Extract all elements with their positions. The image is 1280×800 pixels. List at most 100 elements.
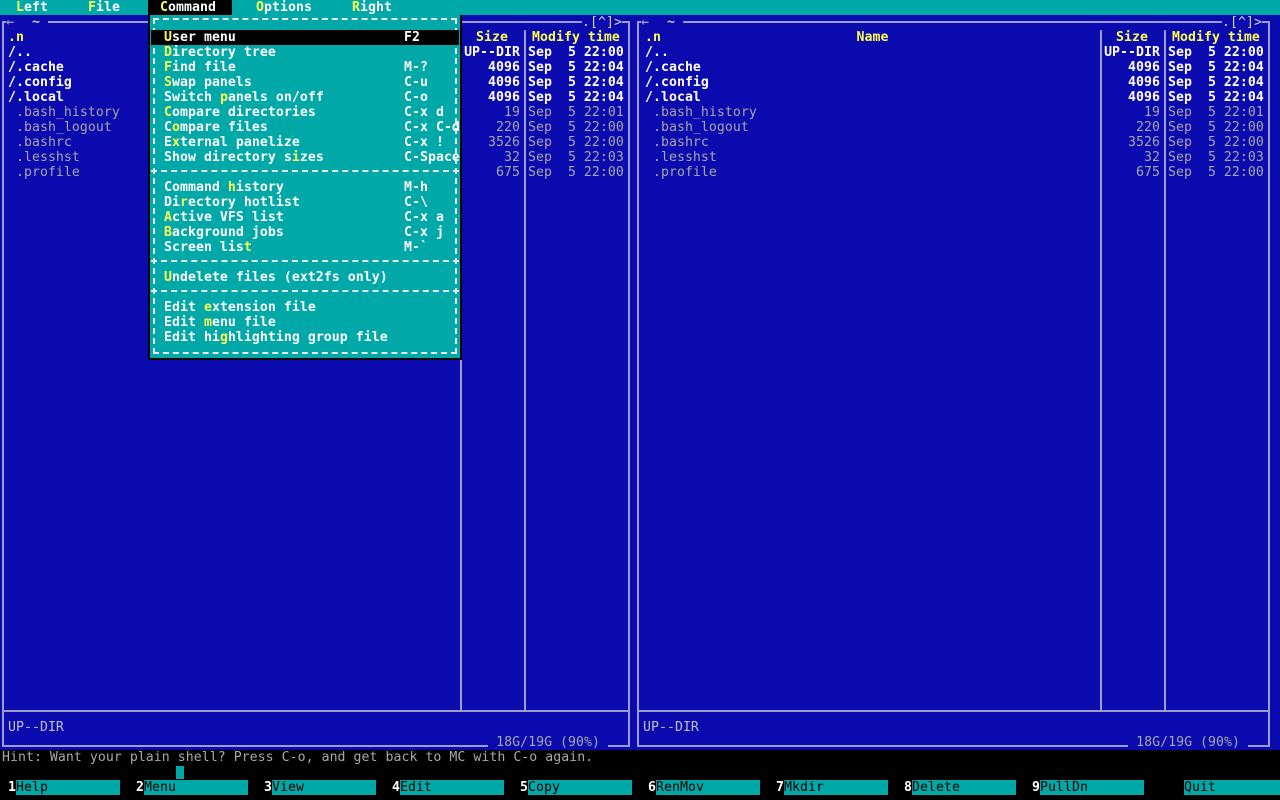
column-header-mtime[interactable]: Modify time: [1172, 30, 1260, 45]
fkey-number: 1: [8, 780, 16, 795]
file-mtime: Sep 5 22:00: [1168, 165, 1264, 180]
file-row[interactable]: .lesshst 32 Sep 5 22:03: [639, 150, 1268, 165]
menu-shortcut: C-Space: [404, 150, 460, 165]
menu-item-switch-panels-on-off[interactable]: Switch panels on/off C-o: [164, 90, 454, 105]
file-size: UP--DIR: [1104, 45, 1160, 60]
file-size: 4096: [1128, 90, 1160, 105]
fkey-label: Menu: [144, 780, 248, 795]
menu-shortcut: M-`: [404, 240, 428, 255]
menu-item-compare-files[interactable]: Compare files C-x C-d: [164, 120, 460, 135]
file-name: .bash_logout: [645, 120, 749, 135]
label-text: ackground jobs: [172, 225, 284, 240]
file-mtime: Sep 5 22:00: [1168, 45, 1264, 60]
menu-item-swap-panels[interactable]: Swap panels C-u: [164, 75, 454, 90]
fkey-label: Delete: [912, 780, 1016, 795]
disk-usage: 18G/19G (90%): [1128, 735, 1248, 750]
fkey-1-help[interactable]: 1 Help: [0, 780, 128, 795]
file-size: 4096: [1128, 75, 1160, 90]
fkey-label: PullDn: [1040, 780, 1144, 795]
file-mtime: Sep 5 22:04: [528, 60, 624, 75]
fkey-number: 8: [904, 780, 912, 795]
fkey-3-view[interactable]: 3 View: [256, 780, 384, 795]
menu-separator: [151, 290, 459, 292]
fkey-number: 2: [136, 780, 144, 795]
menu-item-external-panelize[interactable]: External panelize C-x !: [164, 135, 454, 150]
menu-item-compare-directories[interactable]: Compare directories C-x d: [164, 105, 454, 120]
menubar-item-command[interactable]: Command: [160, 0, 216, 15]
file-mtime: Sep 5 22:00: [528, 120, 624, 135]
menu-item-show-directory-sizes[interactable]: Show directory sizes C-Space: [164, 150, 460, 165]
label-text: zes: [299, 150, 324, 165]
column-header-size[interactable]: Size: [1100, 30, 1164, 45]
panel-corner-markers[interactable]: .[^]>: [582, 15, 622, 30]
fkey-8-delete[interactable]: 8 Delete: [896, 780, 1024, 795]
menu-separator: [151, 260, 459, 262]
hotkey-letter: m: [203, 315, 212, 330]
menu-item-find-file[interactable]: Find file M-?: [164, 60, 454, 75]
file-row[interactable]: /.local 4096 Sep 5 22:04: [639, 90, 1268, 105]
file-row[interactable]: /.cache 4096 Sep 5 22:04: [639, 60, 1268, 75]
hotkey-letter: r: [179, 195, 188, 210]
label-text: ectory hotlist: [187, 195, 300, 210]
fkey-5-copy[interactable]: 5 Copy: [512, 780, 640, 795]
file-name: /..: [645, 45, 669, 60]
panel-border-right: [628, 21, 630, 747]
fkey-number: 5: [520, 780, 528, 795]
hint-line: Hint: Want your plain shell? Press C-o, …: [2, 750, 594, 765]
file-row[interactable]: /.config 4096 Sep 5 22:04: [639, 75, 1268, 90]
menubar-item-left[interactable]: Left: [16, 0, 48, 15]
file-name: .profile: [645, 165, 717, 180]
file-name: .profile: [8, 165, 80, 180]
fkey-2-menu[interactable]: 2 Menu: [128, 780, 256, 795]
menu-item-active-vfs-list[interactable]: Active VFS list C-x a: [164, 210, 454, 225]
hotkey-letter: F: [164, 60, 172, 75]
panel-corner-markers[interactable]: .[^]>: [1222, 15, 1262, 30]
fkey-6-renmov[interactable]: 6 RenMov: [640, 780, 768, 795]
hotkey-letter: g: [219, 330, 228, 345]
label-text: Di: [164, 195, 180, 210]
fkey-4-edit[interactable]: 4 Edit: [384, 780, 512, 795]
menu-item-background-jobs[interactable]: Background jobs C-x j: [164, 225, 454, 240]
menu-shortcut: M-h: [404, 180, 428, 195]
file-row[interactable]: .bash_history 19 Sep 5 22:01: [639, 105, 1268, 120]
menu-item-directory-tree[interactable]: Directory tree: [164, 45, 454, 60]
file-row[interactable]: .bashrc 3526 Sep 5 22:00: [639, 135, 1268, 150]
file-row[interactable]: .profile 675 Sep 5 22:00: [639, 165, 1268, 180]
menu-item-user-menu[interactable]: User menu F2: [164, 30, 454, 45]
panel-path[interactable]: ~: [659, 15, 683, 30]
column-header-name[interactable]: Name: [645, 30, 1100, 45]
fkey-10-quit[interactable]: 10Quit: [1152, 780, 1280, 795]
menu-shortcut: C-x !: [404, 135, 444, 150]
file-row[interactable]: /.. UP--DIR Sep 5 22:00: [639, 45, 1268, 60]
menu-item-directory-hotlist[interactable]: Directory hotlist C-\: [164, 195, 454, 210]
menubar-item-right[interactable]: Right: [352, 0, 392, 15]
panel-path[interactable]: ~: [24, 15, 48, 30]
fkey-7-mkdir[interactable]: 7 Mkdir: [768, 780, 896, 795]
menu-item-command-history[interactable]: Command history M-h: [164, 180, 454, 195]
fkey-9-pulldn[interactable]: 9 PullDn: [1024, 780, 1152, 795]
label-text: ight: [360, 0, 392, 15]
hotkey-letter: O: [256, 0, 264, 15]
file-row[interactable]: .bash_logout 220 Sep 5 22:00: [639, 120, 1268, 135]
panel-right: ← ~ .[^]> .n Name Size Modify time/.. UP--DIR…: [637, 15, 1270, 750]
column-header-mtime[interactable]: Modify time: [532, 30, 620, 45]
column-header-size[interactable]: Size: [460, 30, 524, 45]
shell-prompt-row[interactable]: midnight@commander:~$: [0, 765, 1280, 795]
terminal-cursor[interactable]: [176, 766, 184, 779]
menu-shortcut: F2: [404, 30, 420, 45]
menu-item-screen-list[interactable]: Screen list M-`: [164, 240, 454, 255]
menu-item-edit-highlighting-group-file[interactable]: Edit highlighting group file: [164, 330, 454, 345]
label-text: xtension file: [211, 300, 316, 315]
menu-item-edit-extension-file[interactable]: Edit extension file: [164, 300, 454, 315]
file-mtime: Sep 5 22:03: [1168, 150, 1264, 165]
file-name: /..: [8, 45, 32, 60]
label-text: anels on/off: [227, 90, 324, 105]
file-size: 4096: [488, 90, 520, 105]
menu-item-edit-menu-file[interactable]: Edit menu file: [164, 315, 454, 330]
label-text: ctive VFS list: [172, 210, 284, 225]
menubar-item-file[interactable]: File: [88, 0, 120, 15]
menu-shortcut: C-u: [404, 75, 428, 90]
menu-item-undelete-files-ext2fs-only-[interactable]: Undelete files (ext2fs only): [164, 270, 454, 285]
menubar-item-options[interactable]: Options: [256, 0, 312, 15]
menu-bar: Left File Command Options Right: [0, 0, 1280, 15]
